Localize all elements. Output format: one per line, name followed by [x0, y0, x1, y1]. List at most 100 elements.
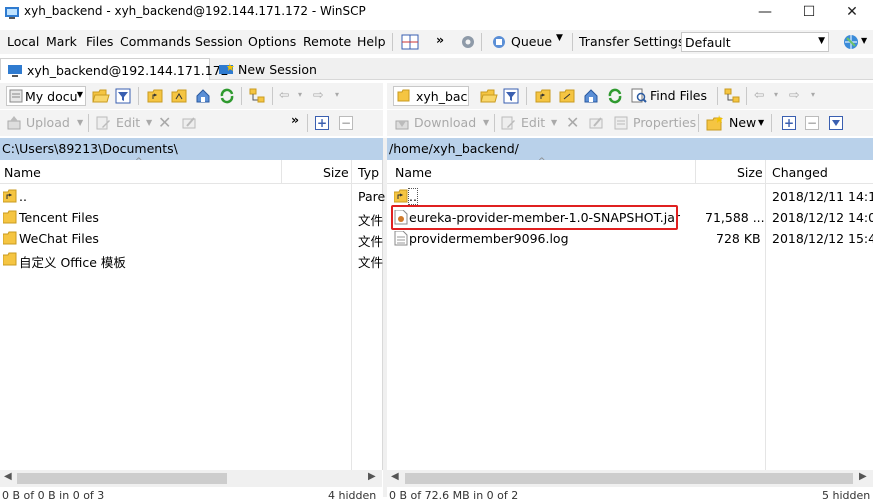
menu-help[interactable]: Help — [357, 34, 386, 49]
deselect-all-icon[interactable]: − — [339, 116, 353, 130]
forward-arrow-icon[interactable]: ⇨ — [313, 87, 323, 102]
local-col-name[interactable]: Name — [4, 165, 41, 180]
delete-icon[interactable]: ✕ — [158, 113, 171, 132]
back-arrow-icon[interactable]: ⇦ — [279, 87, 289, 102]
find-files-button[interactable]: Find Files — [650, 88, 707, 103]
remote-col-changed[interactable]: Changed — [772, 165, 828, 180]
select-all-icon[interactable]: + — [782, 116, 796, 130]
back-arrow-icon[interactable]: ⇦ — [754, 87, 764, 102]
column-divider[interactable] — [695, 160, 696, 184]
menu-options[interactable]: Options — [248, 34, 296, 49]
gear-icon[interactable] — [460, 34, 476, 50]
scroll-right-icon[interactable]: ▶ — [368, 471, 376, 482]
column-divider[interactable] — [281, 160, 282, 184]
remote-col-size[interactable]: Size — [737, 165, 763, 180]
transfer-settings-button[interactable]: Transfer Settings — [579, 34, 685, 49]
upload-icon[interactable] — [6, 115, 22, 131]
open-folder-icon[interactable] — [480, 88, 498, 104]
scroll-right-icon[interactable]: ▶ — [859, 471, 867, 482]
home-icon[interactable] — [583, 88, 599, 104]
edit-button[interactable]: Edit — [521, 115, 545, 130]
edit-icon[interactable] — [95, 115, 111, 131]
deselect-all-icon[interactable]: − — [805, 116, 819, 130]
local-path-bar[interactable]: C:\Users\89213\Documents\ — [0, 138, 383, 160]
chevron-down-icon[interactable]: ▼ — [758, 118, 764, 127]
scroll-left-icon[interactable]: ◀ — [4, 471, 12, 482]
chevron-down-icon[interactable]: ▾ — [298, 90, 302, 99]
list-item[interactable]: eureka-provider-member-1.0-SNAPSHOT.jar … — [387, 207, 873, 228]
edit-button[interactable]: Edit — [116, 115, 140, 130]
scroll-left-icon[interactable]: ◀ — [391, 471, 399, 482]
menu-commands[interactable]: Commands — [120, 34, 191, 49]
properties-button[interactable]: Properties — [633, 115, 696, 130]
upload-button[interactable]: Upload — [26, 115, 70, 130]
find-files-icon[interactable] — [631, 88, 647, 104]
local-col-type[interactable]: Typ — [358, 165, 379, 180]
parent-directory-icon[interactable] — [535, 88, 551, 104]
list-item[interactable]: WeChat Files 文件 — [0, 228, 383, 249]
properties-icon[interactable] — [613, 115, 629, 131]
chevron-down-icon[interactable]: ▼ — [77, 118, 83, 127]
close-button[interactable]: ✕ — [830, 0, 873, 24]
menu-mark[interactable]: Mark — [46, 34, 77, 49]
chevron-down-icon[interactable]: ▾ — [774, 90, 778, 99]
download-icon[interactable] — [394, 115, 410, 131]
filter-icon[interactable] — [503, 88, 519, 104]
refresh-icon[interactable] — [219, 88, 235, 104]
new-folder-icon[interactable] — [706, 115, 723, 131]
tab-session[interactable]: xyh_backend@192.144.171.172 — [0, 58, 229, 80]
new-button[interactable]: New — [729, 115, 756, 130]
delete-icon[interactable]: ✕ — [566, 113, 579, 132]
queue-button[interactable]: Queue — [511, 34, 552, 49]
toolbar-overflow-icon[interactable]: » — [291, 112, 299, 127]
chevron-down-icon[interactable]: ▾ — [811, 90, 815, 99]
home-icon[interactable] — [195, 88, 211, 104]
scrollbar-thumb[interactable] — [405, 473, 853, 484]
rename-icon[interactable] — [181, 115, 197, 131]
globe-icon[interactable] — [842, 33, 860, 51]
edit-icon[interactable] — [500, 115, 516, 131]
local-horizontal-scrollbar[interactable]: ◀ ▶ — [0, 470, 382, 487]
open-folder-icon[interactable] — [92, 88, 110, 104]
menu-remote[interactable]: Remote — [303, 34, 351, 49]
root-directory-icon[interactable] — [171, 88, 187, 104]
list-item[interactable]: 自定义 Office 模板 文件 — [0, 249, 383, 270]
chevron-down-icon[interactable]: ▾ — [335, 90, 339, 99]
tree-view-icon[interactable] — [249, 88, 265, 104]
root-directory-icon[interactable] — [559, 88, 575, 104]
filter-icon[interactable] — [829, 116, 843, 130]
local-location-select[interactable]: My docu ▼ — [6, 86, 86, 106]
filter-icon[interactable] — [115, 88, 131, 104]
remote-path-bar[interactable]: /home/xyh_backend/ — [387, 138, 873, 160]
rename-icon[interactable] — [588, 115, 604, 131]
list-item[interactable]: .. 2018/12/11 14:16 — [387, 186, 873, 207]
remote-location-select[interactable]: xyh_bac — [393, 86, 469, 106]
menu-files[interactable]: Files — [86, 34, 113, 49]
chevron-down-icon[interactable]: ▼ — [146, 118, 152, 127]
toolbar-overflow-icon[interactable]: » — [436, 32, 444, 47]
menu-local[interactable]: Local — [7, 34, 39, 49]
maximize-button[interactable]: ☐ — [787, 0, 831, 24]
list-item[interactable]: .. Pare — [0, 186, 385, 207]
forward-arrow-icon[interactable]: ⇨ — [789, 87, 799, 102]
refresh-icon[interactable] — [607, 88, 623, 104]
chevron-down-icon[interactable]: ▼ — [483, 118, 489, 127]
minimize-button[interactable]: — — [743, 0, 787, 24]
list-item[interactable]: Tencent Files 文件 — [0, 207, 383, 228]
download-button[interactable]: Download — [414, 115, 476, 130]
list-item[interactable]: providermember9096.log 728 KB 2018/12/12… — [387, 228, 873, 249]
tab-new-session[interactable]: New Session — [212, 58, 318, 80]
parent-directory-icon[interactable] — [147, 88, 163, 104]
select-all-icon[interactable]: + — [315, 116, 329, 130]
remote-col-name[interactable]: Name — [395, 165, 432, 180]
queue-icon[interactable] — [490, 34, 508, 50]
remote-horizontal-scrollbar[interactable]: ◀ ▶ — [387, 470, 873, 487]
chevron-down-icon[interactable]: ▼ — [556, 33, 563, 43]
transfer-preset-select[interactable]: Default ▼ — [681, 32, 829, 52]
local-col-size[interactable]: Size — [323, 165, 349, 180]
scrollbar-thumb[interactable] — [17, 473, 227, 484]
tree-view-icon[interactable] — [724, 88, 740, 104]
chevron-down-icon[interactable]: ▼ — [551, 118, 557, 127]
synchronize-icon[interactable] — [401, 34, 419, 50]
chevron-down-icon[interactable]: ▼ — [861, 36, 867, 45]
